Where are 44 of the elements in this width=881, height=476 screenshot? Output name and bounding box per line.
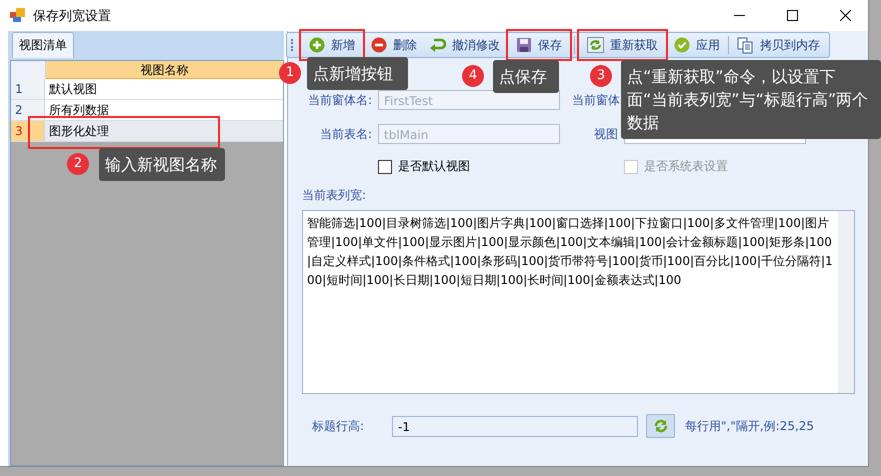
- callout-tooltip: 输入新视图名称: [99, 148, 225, 181]
- check-icon: [674, 37, 690, 53]
- table-cell[interactable]: 所有列数据: [45, 100, 283, 120]
- tab[interactable]: 视图清单: [12, 32, 74, 58]
- table-cell[interactable]: 默认视图: [45, 79, 283, 99]
- callout-tooltip: 点保存: [493, 60, 559, 93]
- input-field[interactable]: -1: [392, 416, 638, 436]
- field-label: 当前表列宽:: [302, 187, 368, 204]
- plus-icon: [309, 37, 325, 53]
- checkbox[interactable]: [378, 160, 392, 174]
- undo-arrow-icon: [429, 37, 446, 53]
- row-number: 2: [11, 100, 45, 120]
- copy-icon: [737, 36, 754, 54]
- callout-tooltip: 点“重新获取”命令，以设置下面“当前表列宽”与“标题行高”两个数据: [621, 60, 881, 139]
- field-label: 当前窗体: [572, 92, 618, 108]
- row-number: 3: [11, 121, 45, 141]
- toolbar-button[interactable]: 新增: [303, 34, 361, 56]
- toolbar-button[interactable]: 重新获取: [581, 34, 664, 56]
- toolbar-button[interactable]: 应用: [668, 34, 726, 56]
- hint-text: 每行用","隔开,例:25,25: [685, 418, 814, 434]
- refresh-icon: [587, 37, 604, 53]
- field-label: 当前窗体名:: [306, 92, 372, 108]
- checkbox-label: 是否系统表设置: [644, 158, 728, 175]
- window-title: 保存列宽设置: [33, 8, 111, 24]
- table-cell[interactable]: 图形化处理: [45, 121, 283, 141]
- refresh-icon: [652, 418, 668, 434]
- field-label: 标题行高:: [312, 418, 366, 434]
- close-icon[interactable]: [840, 10, 850, 21]
- maximize-icon[interactable]: [786, 10, 798, 21]
- toolbar-button[interactable]: 保存: [510, 34, 568, 56]
- field-label: 当前表名:: [318, 126, 372, 142]
- grid-corner: [11, 61, 46, 79]
- field-label: 视图: [593, 126, 618, 142]
- minus-icon: [371, 37, 387, 53]
- text-area[interactable]: 智能筛选|100|目录树筛选|100|图片字典|100|窗口选择|100|下拉窗口|100|多文件管理|100|图片管理|100|单文件|100|显示图片|100|显示颜色|100|文本编辑|100|会计金额标题|100|矩形条|100|自定义样式|100|条件格式|100|条形码|100|货币带符号|100|货币|100|百分比|100|千位分隔符|100|短时间|100|长日期|100|短日期|100|长时间|100|金额表达式|100: [302, 210, 855, 394]
- app-icon: [10, 8, 26, 23]
- toolbar-button[interactable]: 拷贝到内存: [731, 34, 826, 56]
- callout-tooltip: 点新增按钮: [307, 57, 408, 90]
- toolbar-button[interactable]: 撤消修改: [423, 34, 506, 56]
- toolbar-button[interactable]: 删除: [365, 34, 423, 56]
- row-number: 1: [11, 79, 45, 99]
- minimize-icon[interactable]: [734, 14, 744, 16]
- column-header[interactable]: 视图名称: [46, 61, 283, 79]
- checkbox-label: 是否默认视图: [398, 158, 470, 175]
